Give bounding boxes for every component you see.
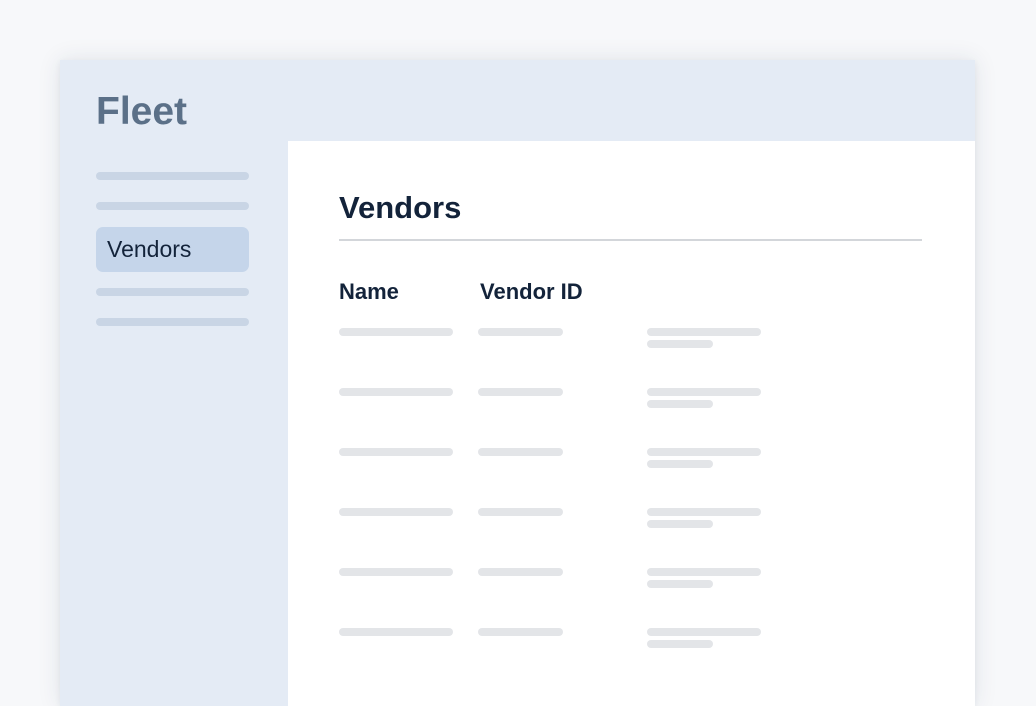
- details-line-placeholder: [647, 628, 761, 636]
- details-line-placeholder: [647, 448, 761, 456]
- name-cell-placeholder: [339, 448, 453, 456]
- vendor-id-cell-placeholder: [478, 388, 563, 396]
- name-cell-placeholder: [339, 508, 453, 516]
- sidebar-item-vendors[interactable]: Vendors: [96, 227, 249, 272]
- details-subline-placeholder: [647, 400, 713, 408]
- table-row[interactable]: [339, 508, 922, 538]
- sidebar-item-placeholder[interactable]: [96, 318, 249, 326]
- table-row[interactable]: [339, 328, 922, 358]
- name-cell-placeholder: [339, 568, 453, 576]
- sidebar-item-placeholder[interactable]: [96, 172, 249, 180]
- title-divider: [339, 239, 922, 241]
- vendor-id-cell-placeholder: [478, 328, 563, 336]
- name-cell-placeholder: [339, 628, 453, 636]
- details-subline-placeholder: [647, 520, 713, 528]
- name-cell-placeholder: [339, 328, 453, 336]
- details-line-placeholder: [647, 508, 761, 516]
- name-cell-placeholder: [339, 388, 453, 396]
- column-header-name[interactable]: Name: [339, 277, 399, 307]
- app-window: Fleet Vendors Vendors Name Vendor ID: [60, 60, 975, 706]
- vendor-id-cell-placeholder: [478, 448, 563, 456]
- vendor-id-cell-placeholder: [478, 628, 563, 636]
- details-line-placeholder: [647, 568, 761, 576]
- details-subline-placeholder: [647, 640, 713, 648]
- app-title: Fleet: [96, 90, 188, 133]
- sidebar-item-label: Vendors: [107, 236, 192, 262]
- table-row[interactable]: [339, 388, 922, 418]
- vendor-id-cell-placeholder: [478, 568, 563, 576]
- table-row[interactable]: [339, 628, 922, 658]
- table-row[interactable]: [339, 568, 922, 598]
- sidebar-item-placeholder[interactable]: [96, 202, 249, 210]
- page-title: Vendors: [339, 190, 462, 225]
- sidebar-item-placeholder[interactable]: [96, 288, 249, 296]
- column-header-vendor-id[interactable]: Vendor ID: [480, 277, 583, 307]
- vendor-id-cell-placeholder: [478, 508, 563, 516]
- table-row[interactable]: [339, 448, 922, 478]
- details-subline-placeholder: [647, 340, 713, 348]
- details-line-placeholder: [647, 388, 761, 396]
- details-line-placeholder: [647, 328, 761, 336]
- details-subline-placeholder: [647, 460, 713, 468]
- details-subline-placeholder: [647, 580, 713, 588]
- main-panel: Vendors Name Vendor ID: [288, 141, 975, 706]
